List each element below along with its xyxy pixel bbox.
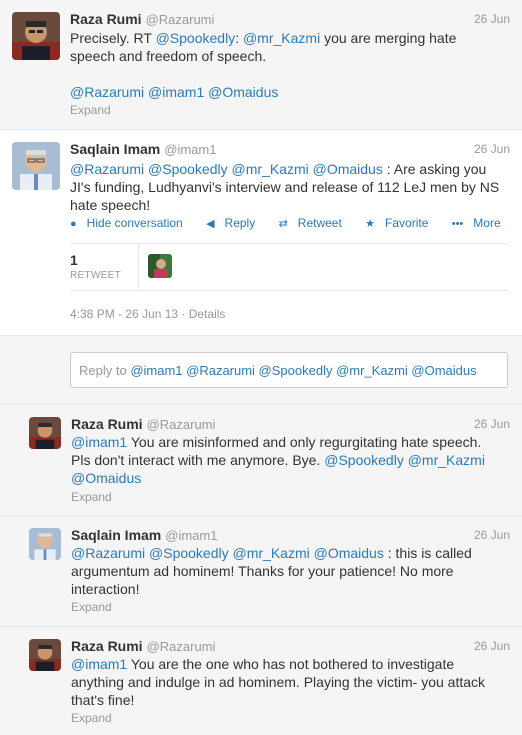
expand-link[interactable]: Expand [71,711,112,725]
author-name[interactable]: Raza Rumi [71,638,143,654]
tweet-4[interactable]: Saqlain Imam @imam1 26 Jun @Razarumi @Spo… [0,516,522,627]
tweet-timestamp[interactable]: 4:38 PM - 26 Jun 13 [70,307,178,321]
tweet-stats: 1 RETWEET [70,243,508,291]
mention-link[interactable]: @imam1 [148,84,204,100]
reply-input[interactable]: Reply to @imam1 @Razarumi @Spookedly @mr… [70,352,508,388]
tweet-3[interactable]: Raza Rumi @Razarumi 26 Jun @imam1 You are… [0,405,522,516]
tweet-text: @imam1 You are the one who has not bothe… [71,655,501,709]
text-segment: Precisely. RT [70,30,156,46]
tweet-text: @Razarumi @Spookedly @mr_Kazmi @Omaidus … [70,160,510,214]
retweet-label: Retweet [297,216,342,230]
avatar-photo-icon [29,639,61,671]
tweet-1[interactable]: Raza Rumi @Razarumi 26 Jun Precisely. RT … [0,0,522,130]
author-name[interactable]: Saqlain Imam [71,527,161,543]
expand-link[interactable]: Expand [71,490,112,504]
retweet-count-label: RETWEET [70,270,121,281]
author-handle[interactable]: @Razarumi [147,417,216,432]
hide-label: Hide conversation [86,216,183,230]
author-name[interactable]: Saqlain Imam [70,141,160,157]
star-icon: ★ [365,218,376,230]
tweet-text: Precisely. RT @Spookedly: @mr_Kazmi you … [70,29,500,65]
mention-link[interactable]: @Spookedly [324,452,404,468]
mention-link[interactable]: @Omaidus [71,470,141,486]
mention-link[interactable]: @Omaidus [313,161,383,177]
tweet-actions: ● Hide conversation ◀ Reply ⇄ Retweet ★ Favo… [70,216,521,230]
tweet-timestamp-row: 4:38 PM - 26 Jun 13 · Details [70,307,225,321]
mention-link[interactable]: @Spookedly [149,545,229,561]
avatar-photo-icon [148,254,172,278]
separator: · [178,307,189,321]
favorite-label: Favorite [385,216,429,230]
author-handle[interactable]: @imam1 [164,142,216,157]
avatar-imam1[interactable] [29,528,61,560]
more-dots-icon: ••• [451,218,464,230]
tweet-date[interactable]: 26 Jun [474,12,510,26]
retweeter-avatar[interactable] [148,254,172,278]
speech-bubble-icon: ● [70,218,77,230]
reply-arrow-icon: ◀ [206,218,215,230]
tweet-date[interactable]: 26 Jun [474,528,510,542]
mention-link[interactable]: @mr_Kazmi [243,30,320,46]
avatar-razarumi[interactable] [12,12,60,60]
expand-link[interactable]: Expand [71,600,112,614]
mention-link[interactable]: @imam1 [71,434,127,450]
mention-link[interactable]: @Omaidus [208,84,278,100]
reply-button[interactable]: ◀ Reply [206,216,265,230]
retweet-button[interactable]: ⇄ Retweet [279,216,352,230]
mention-link[interactable]: @mr_Kazmi [233,545,310,561]
mention-link[interactable]: @Razarumi [70,161,144,177]
retweet-icon: ⇄ [278,218,288,230]
author-handle[interactable]: @Razarumi [147,639,216,654]
retweet-count[interactable]: 1 [70,252,78,268]
avatar-photo-icon [12,12,60,60]
mention-link[interactable]: @Omaidus [314,545,384,561]
favorite-button[interactable]: ★ Favorite [365,216,438,230]
author-name[interactable]: Raza Rumi [71,416,143,432]
divider [138,244,139,290]
reply-mentions: @imam1 @Razarumi @Spookedly @mr_Kazmi @O… [130,363,477,378]
mention-link[interactable]: @Razarumi [71,545,145,561]
mention-link[interactable]: @mr_Kazmi [232,161,309,177]
tweet-date[interactable]: 26 Jun [474,417,510,431]
author-name[interactable]: Raza Rumi [70,11,142,27]
mention-link[interactable]: @mr_Kazmi [408,452,485,468]
mention-link[interactable]: @imam1 [71,656,127,672]
mention-link[interactable]: @Spookedly [156,30,236,46]
expand-link[interactable]: Expand [70,103,111,117]
avatar-photo-icon [29,417,61,449]
tweet-text: @imam1 You are misinformed and only regu… [71,433,501,487]
hide-conversation-button[interactable]: ● Hide conversation [70,216,193,230]
details-link[interactable]: Details [189,307,226,321]
text-segment: : [235,30,243,46]
avatar-razarumi[interactable] [29,417,61,449]
tweet-text: @Razarumi @Spookedly @mr_Kazmi @Omaidus … [71,544,501,598]
author-handle[interactable]: @Razarumi [146,12,215,27]
tweet-5[interactable]: Raza Rumi @Razarumi 26 Jun @imam1 You are… [0,627,522,735]
more-button[interactable]: ••• More [452,216,511,230]
mention-link[interactable]: @Spookedly [148,161,228,177]
reply-label: Reply [224,216,256,230]
avatar-razarumi[interactable] [29,639,61,671]
reply-prefix: Reply to [79,363,131,378]
avatar-imam1[interactable] [12,142,60,190]
tweet-date[interactable]: 26 Jun [474,142,510,156]
avatar-photo-icon [29,528,61,560]
more-label: More [473,216,501,230]
text-segment: You are the one who has not bothered to … [71,656,486,708]
tweet-date[interactable]: 26 Jun [474,639,510,653]
avatar-photo-icon [12,142,60,190]
mention-link[interactable]: @Razarumi [70,84,144,100]
author-handle[interactable]: @imam1 [165,528,217,543]
